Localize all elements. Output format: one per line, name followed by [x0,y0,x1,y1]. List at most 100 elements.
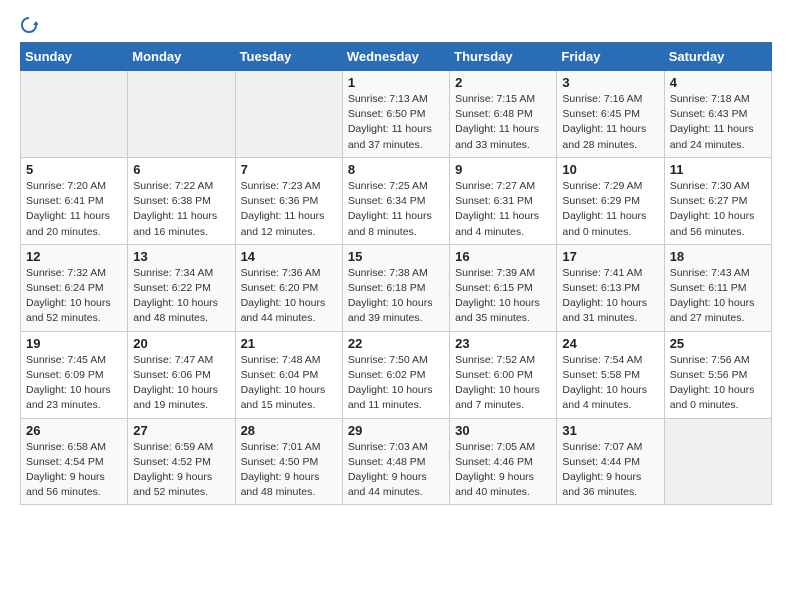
day-number: 8 [348,162,444,177]
calendar-cell [664,418,771,505]
day-number: 18 [670,249,766,264]
day-info: Sunrise: 6:59 AM Sunset: 4:52 PM Dayligh… [133,440,229,501]
day-number: 1 [348,75,444,90]
day-info: Sunrise: 7:34 AM Sunset: 6:22 PM Dayligh… [133,266,229,327]
day-info: Sunrise: 7:22 AM Sunset: 6:38 PM Dayligh… [133,179,229,240]
day-number: 13 [133,249,229,264]
calendar-cell: 19 Sunrise: 7:45 AM Sunset: 6:09 PM Dayli… [21,331,128,418]
day-info: Sunrise: 7:15 AM Sunset: 6:48 PM Dayligh… [455,92,551,153]
day-number: 3 [562,75,658,90]
calendar-week-5: 26 Sunrise: 6:58 AM Sunset: 4:54 PM Dayli… [21,418,772,505]
header-cell-wednesday: Wednesday [342,43,449,71]
day-number: 14 [241,249,337,264]
day-info: Sunrise: 7:23 AM Sunset: 6:36 PM Dayligh… [241,179,337,240]
day-info: Sunrise: 7:03 AM Sunset: 4:48 PM Dayligh… [348,440,444,501]
calendar-table: SundayMondayTuesdayWednesdayThursdayFrid… [20,42,772,505]
day-info: Sunrise: 7:13 AM Sunset: 6:50 PM Dayligh… [348,92,444,153]
day-info: Sunrise: 7:32 AM Sunset: 6:24 PM Dayligh… [26,266,122,327]
calendar-cell: 29 Sunrise: 7:03 AM Sunset: 4:48 PM Dayli… [342,418,449,505]
day-info: Sunrise: 7:52 AM Sunset: 6:00 PM Dayligh… [455,353,551,414]
day-info: Sunrise: 7:20 AM Sunset: 6:41 PM Dayligh… [26,179,122,240]
calendar-cell: 28 Sunrise: 7:01 AM Sunset: 4:50 PM Dayli… [235,418,342,505]
calendar-cell: 15Sunrise: 7:38 AM Sunset: 6:18 PM Dayli… [342,244,449,331]
calendar-cell: 25Sunrise: 7:56 AM Sunset: 5:56 PM Dayli… [664,331,771,418]
header-cell-sunday: Sunday [21,43,128,71]
day-info: Sunrise: 7:56 AM Sunset: 5:56 PM Dayligh… [670,353,766,414]
calendar-cell [235,71,342,158]
calendar-cell: 11 Sunrise: 7:30 AM Sunset: 6:27 PM Dayli… [664,157,771,244]
day-info: Sunrise: 7:36 AM Sunset: 6:20 PM Dayligh… [241,266,337,327]
day-number: 5 [26,162,122,177]
day-number: 2 [455,75,551,90]
day-info: Sunrise: 7:01 AM Sunset: 4:50 PM Dayligh… [241,440,337,501]
day-number: 26 [26,423,122,438]
day-number: 17 [562,249,658,264]
header-cell-monday: Monday [128,43,235,71]
header-cell-thursday: Thursday [450,43,557,71]
day-info: Sunrise: 7:30 AM Sunset: 6:27 PM Dayligh… [670,179,766,240]
calendar-cell: 8 Sunrise: 7:25 AM Sunset: 6:34 PM Daylig… [342,157,449,244]
day-info: Sunrise: 7:27 AM Sunset: 6:31 PM Dayligh… [455,179,551,240]
calendar-week-2: 5 Sunrise: 7:20 AM Sunset: 6:41 PM Daylig… [21,157,772,244]
day-number: 10 [562,162,658,177]
day-number: 15 [348,249,444,264]
calendar-cell: 30Sunrise: 7:05 AM Sunset: 4:46 PM Dayli… [450,418,557,505]
header-cell-friday: Friday [557,43,664,71]
calendar-week-3: 12 Sunrise: 7:32 AM Sunset: 6:24 PM Dayli… [21,244,772,331]
day-number: 19 [26,336,122,351]
calendar-cell: 5 Sunrise: 7:20 AM Sunset: 6:41 PM Daylig… [21,157,128,244]
calendar-cell: 26 Sunrise: 6:58 AM Sunset: 4:54 PM Dayli… [21,418,128,505]
calendar-cell: 12 Sunrise: 7:32 AM Sunset: 6:24 PM Dayli… [21,244,128,331]
calendar-week-1: 1 Sunrise: 7:13 AM Sunset: 6:50 PM Daylig… [21,71,772,158]
day-info: Sunrise: 7:07 AM Sunset: 4:44 PM Dayligh… [562,440,658,501]
calendar-cell: 6 Sunrise: 7:22 AM Sunset: 6:38 PM Daylig… [128,157,235,244]
calendar-cell: 2 Sunrise: 7:15 AM Sunset: 6:48 PM Daylig… [450,71,557,158]
day-number: 20 [133,336,229,351]
calendar-cell: 9 Sunrise: 7:27 AM Sunset: 6:31 PM Daylig… [450,157,557,244]
day-number: 27 [133,423,229,438]
day-number: 23 [455,336,551,351]
day-info: Sunrise: 7:47 AM Sunset: 6:06 PM Dayligh… [133,353,229,414]
day-number: 30 [455,423,551,438]
day-number: 28 [241,423,337,438]
header-cell-tuesday: Tuesday [235,43,342,71]
day-number: 11 [670,162,766,177]
calendar-header-row: SundayMondayTuesdayWednesdayThursdayFrid… [21,43,772,71]
day-info: Sunrise: 7:45 AM Sunset: 6:09 PM Dayligh… [26,353,122,414]
day-number: 22 [348,336,444,351]
calendar-cell: 4Sunrise: 7:18 AM Sunset: 6:43 PM Daylig… [664,71,771,158]
day-number: 24 [562,336,658,351]
calendar-cell: 23 Sunrise: 7:52 AM Sunset: 6:00 PM Dayli… [450,331,557,418]
logo-icon [20,16,38,34]
day-info: Sunrise: 7:43 AM Sunset: 6:11 PM Dayligh… [670,266,766,327]
day-info: Sunrise: 7:50 AM Sunset: 6:02 PM Dayligh… [348,353,444,414]
calendar-cell: 10 Sunrise: 7:29 AM Sunset: 6:29 PM Dayli… [557,157,664,244]
day-number: 21 [241,336,337,351]
day-info: Sunrise: 7:41 AM Sunset: 6:13 PM Dayligh… [562,266,658,327]
day-number: 12 [26,249,122,264]
day-number: 6 [133,162,229,177]
calendar-cell: 24Sunrise: 7:54 AM Sunset: 5:58 PM Dayli… [557,331,664,418]
day-info: Sunrise: 7:39 AM Sunset: 6:15 PM Dayligh… [455,266,551,327]
calendar-cell: 21Sunrise: 7:48 AM Sunset: 6:04 PM Dayli… [235,331,342,418]
day-info: Sunrise: 7:29 AM Sunset: 6:29 PM Dayligh… [562,179,658,240]
day-info: Sunrise: 6:58 AM Sunset: 4:54 PM Dayligh… [26,440,122,501]
page: SundayMondayTuesdayWednesdayThursdayFrid… [0,0,792,521]
calendar-cell: 22 Sunrise: 7:50 AM Sunset: 6:02 PM Dayli… [342,331,449,418]
calendar-cell: 16 Sunrise: 7:39 AM Sunset: 6:15 PM Dayli… [450,244,557,331]
day-info: Sunrise: 7:16 AM Sunset: 6:45 PM Dayligh… [562,92,658,153]
day-number: 7 [241,162,337,177]
calendar-cell: 31Sunrise: 7:07 AM Sunset: 4:44 PM Dayli… [557,418,664,505]
day-number: 29 [348,423,444,438]
calendar-week-4: 19 Sunrise: 7:45 AM Sunset: 6:09 PM Dayli… [21,331,772,418]
calendar-cell: 18 Sunrise: 7:43 AM Sunset: 6:11 PM Dayli… [664,244,771,331]
header [20,16,772,34]
day-info: Sunrise: 7:25 AM Sunset: 6:34 PM Dayligh… [348,179,444,240]
calendar-cell: 13 Sunrise: 7:34 AM Sunset: 6:22 PM Dayli… [128,244,235,331]
day-number: 16 [455,249,551,264]
logo [20,16,42,34]
calendar-cell: 14 Sunrise: 7:36 AM Sunset: 6:20 PM Dayli… [235,244,342,331]
calendar-cell: 7 Sunrise: 7:23 AM Sunset: 6:36 PM Daylig… [235,157,342,244]
day-number: 9 [455,162,551,177]
calendar-cell: 20 Sunrise: 7:47 AM Sunset: 6:06 PM Dayli… [128,331,235,418]
